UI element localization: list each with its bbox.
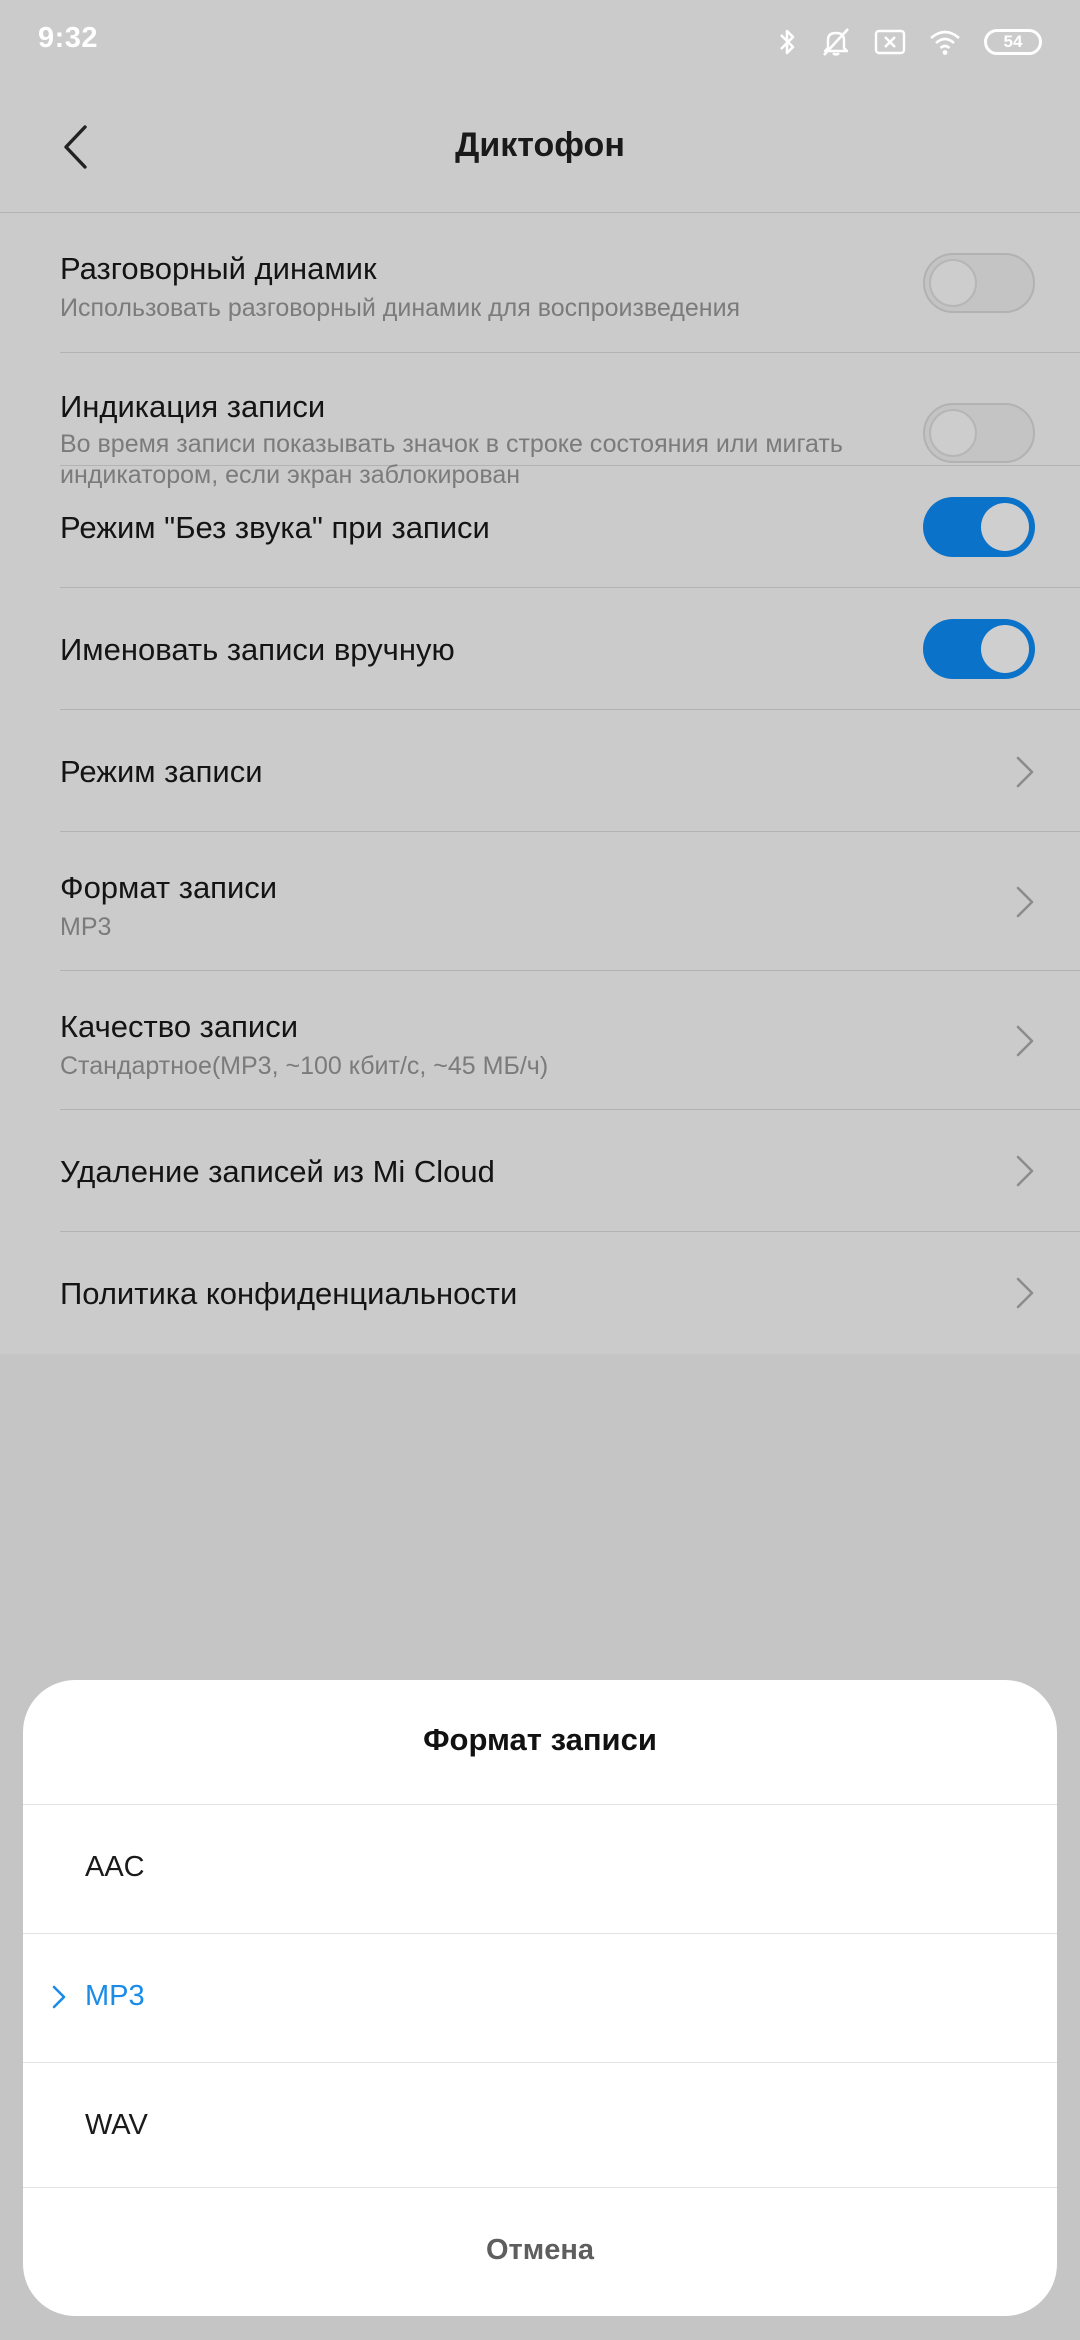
setting-subtitle: Стандартное(MP3, ~100 кбит/с, ~45 МБ/ч) [60, 1052, 549, 1080]
setting-privacy-policy[interactable]: Политика конфиденциальности [60, 1232, 1080, 1354]
status-bar: 9:32 54 [0, 0, 1080, 82]
chevron-right-icon [1016, 1155, 1034, 1187]
setting-earpiece-speaker[interactable]: Разговорный динамик Использовать разгово… [60, 213, 1080, 353]
battery-level: 54 [1003, 32, 1023, 51]
setting-recording-mode[interactable]: Режим записи [60, 710, 1080, 832]
setting-recording-quality[interactable]: Качество записи Стандартное(MP3, ~100 кб… [60, 971, 1080, 1110]
status-time: 9:32 [38, 22, 99, 54]
battery-icon: 54 [984, 29, 1042, 55]
muted-bell-icon [823, 28, 849, 56]
option-label: MP3 [85, 1980, 145, 2012]
screen: 9:32 54 Диктофон Разговорный динамик Исп… [0, 0, 1080, 2340]
setting-title: Режим "Без звука" при записи [60, 510, 490, 545]
cancel-button[interactable]: Отмена [23, 2188, 1057, 2316]
setting-title: Именовать записи вручную [60, 632, 455, 667]
setting-title: Качество записи [60, 1009, 299, 1044]
setting-title: Политика конфиденциальности [60, 1276, 518, 1311]
app-header: Диктофон [0, 82, 1080, 213]
sheet-title: Формат записи [423, 1722, 657, 1757]
chevron-right-icon [1016, 886, 1034, 918]
chevron-right-icon [1016, 756, 1034, 788]
setting-title: Формат записи [60, 870, 278, 905]
setting-name-manually[interactable]: Именовать записи вручную [60, 588, 1080, 710]
setting-title: Режим записи [60, 754, 263, 789]
silent-mode-toggle[interactable] [923, 497, 1035, 557]
setting-recording-format[interactable]: Формат записи MP3 [60, 832, 1080, 971]
earpiece-speaker-toggle[interactable] [923, 253, 1035, 313]
settings-list: Разговорный динамик Использовать разгово… [0, 213, 1080, 1354]
setting-subtitle: MP3 [60, 913, 112, 941]
wifi-icon [930, 30, 960, 55]
setting-title: Разговорный динамик [60, 251, 377, 286]
toggle-knob [981, 625, 1029, 673]
setting-subtitle: Использовать разговорный динамик для вос… [60, 294, 741, 322]
selected-chevron-icon [52, 1985, 66, 2009]
status-icons: 54 [778, 22, 1042, 62]
format-bottom-sheet: Формат записи AAC MP3 WAV Отмена [23, 1680, 1057, 2316]
toggle-knob [929, 259, 977, 307]
setting-title: Индикация записи [60, 389, 326, 424]
setting-silent-mode[interactable]: Режим "Без звука" при записи [60, 466, 1080, 588]
chevron-right-icon [1016, 1025, 1034, 1057]
bluetooth-icon [780, 29, 795, 55]
toggle-knob [981, 503, 1029, 551]
setting-recording-indicator[interactable]: Индикация записи Во время записи показыв… [60, 353, 1080, 489]
toggle-knob [929, 409, 977, 457]
option-aac[interactable]: AAC [23, 1805, 1057, 1933]
option-label: WAV [85, 2109, 148, 2141]
setting-delete-mi-cloud[interactable]: Удаление записей из Mi Cloud [60, 1110, 1080, 1232]
option-mp3[interactable]: MP3 [23, 1934, 1057, 2062]
name-manually-toggle[interactable] [923, 619, 1035, 679]
page-title: Диктофон [455, 126, 625, 164]
chevron-right-icon [1016, 1277, 1034, 1309]
option-label: AAC [85, 1851, 145, 1883]
recording-indicator-toggle[interactable] [923, 403, 1035, 463]
setting-title: Удаление записей из Mi Cloud [60, 1154, 495, 1189]
cancel-label: Отмена [486, 2234, 594, 2266]
sim-x-icon [874, 29, 906, 55]
option-wav[interactable]: WAV [23, 2063, 1057, 2191]
